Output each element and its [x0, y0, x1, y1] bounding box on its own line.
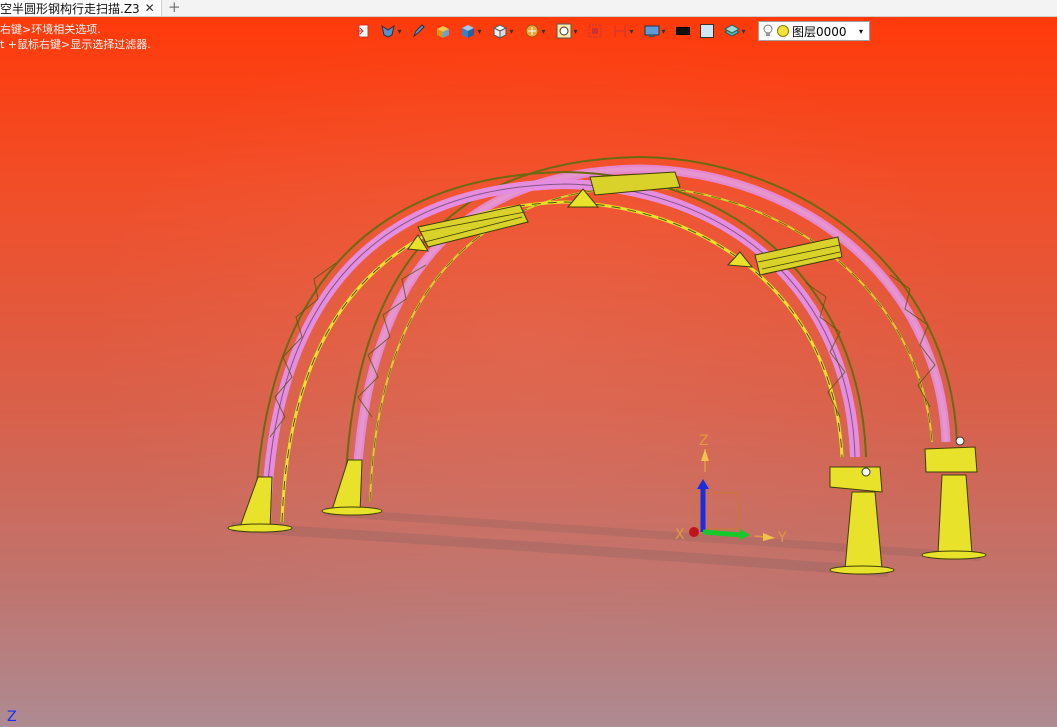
view-toolbar: ▾ ▾ ▾ ▾ ▾ ▾ ▾ ▾ 图层0000 ▾	[352, 19, 870, 43]
layer-selector[interactable]: 图层0000 ▾	[758, 21, 870, 41]
layer-manager-icon[interactable]: ▾	[720, 20, 750, 42]
hint-line-2: t +鼠标右键>显示选择过滤器.	[0, 38, 151, 51]
face-color-icon[interactable]	[696, 20, 718, 42]
chevron-down-icon: ▾	[858, 26, 863, 36]
shaded-box-icon[interactable]	[432, 20, 454, 42]
light-bulb-icon	[763, 24, 773, 36]
x-axis-label: X	[675, 527, 685, 543]
render-style-icon[interactable]: ▾	[520, 20, 550, 42]
blue-cube-icon[interactable]: ▾	[456, 20, 486, 42]
add-tab-icon[interactable]: +	[168, 0, 181, 16]
fit-icon[interactable]	[584, 20, 606, 42]
layer-name: 图层0000	[792, 24, 847, 39]
section-icon[interactable]: ▾	[608, 20, 638, 42]
document-tab-bar: 空半圆形钢构行走扫描.Z3 ✕ +	[0, 0, 1057, 17]
display-settings-icon[interactable]: ▾	[640, 20, 670, 42]
z-axis-label: Z	[699, 433, 709, 449]
close-icon[interactable]: ✕	[145, 1, 155, 15]
document-tab[interactable]: 空半圆形钢构行走扫描.Z3 ✕	[0, 0, 162, 16]
coordinate-triad: Z Y X	[675, 433, 787, 546]
model-scene: Z Y X	[227, 155, 987, 577]
white-cube-icon[interactable]: ▾	[488, 20, 518, 42]
hint-line-1: 右键>环境相关选项.	[0, 23, 101, 36]
zoom-window-icon[interactable]: ▾	[552, 20, 582, 42]
corner-z-axis-label: Z	[7, 709, 17, 725]
pick-pencil-icon[interactable]	[408, 20, 430, 42]
support-back-right[interactable]	[921, 436, 987, 560]
line-color-icon[interactable]	[672, 20, 694, 42]
y-axis-label: Y	[777, 530, 787, 546]
3d-viewport[interactable]: 右键>环境相关选项. t +鼠标右键>显示选择过滤器. ▾ ▾ ▾ ▾ ▾ ▾ …	[0, 17, 1057, 727]
exit-sketch-icon[interactable]	[352, 20, 374, 42]
hint-text: 右键>环境相关选项. t +鼠标右键>显示选择过滤器.	[0, 22, 151, 52]
document-tab-title: 空半圆形钢构行走扫描.Z3	[0, 1, 140, 16]
support-front-right[interactable]	[829, 466, 895, 575]
layer-visibility-icon	[777, 25, 789, 37]
view-filter-icon[interactable]: ▾	[376, 20, 406, 42]
